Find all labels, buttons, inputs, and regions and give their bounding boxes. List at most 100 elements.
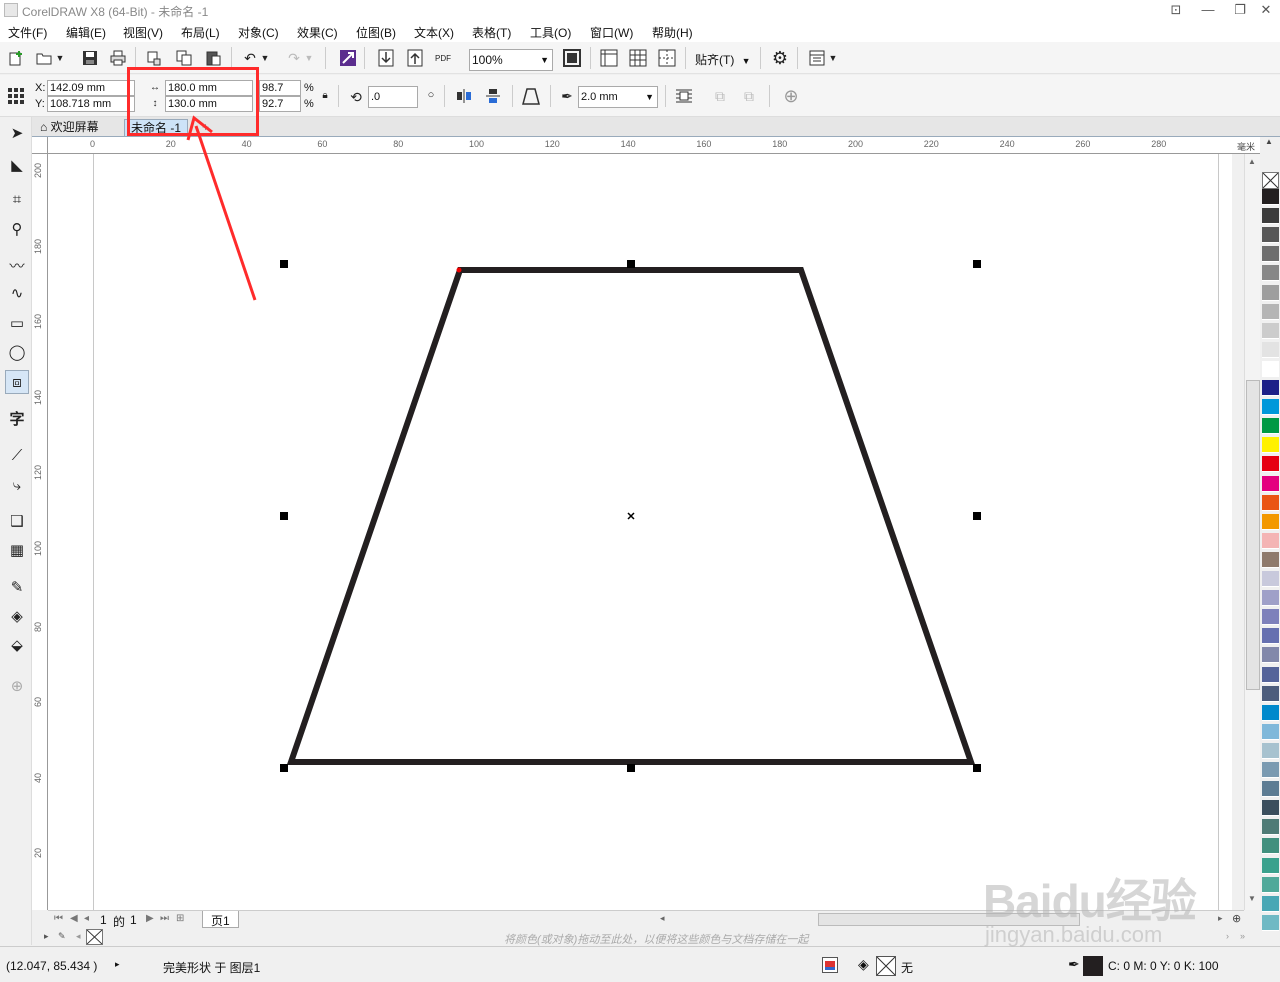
doc-palette-scroll-right-icon[interactable]: › [1226, 931, 1229, 941]
palette-swatch[interactable] [1262, 685, 1279, 702]
vertical-scrollbar[interactable]: ▲ ▼ [1244, 154, 1260, 910]
page-tab-1[interactable]: 页1 [202, 911, 239, 928]
mirror-vertical-icon[interactable] [482, 85, 504, 107]
redo-dropdown-icon[interactable]: ▼ [303, 47, 315, 69]
handle-bottom-left[interactable] [280, 764, 288, 772]
options-gear-icon[interactable]: ⚙ [769, 47, 791, 69]
object-origin-icon[interactable] [5, 85, 27, 107]
export-icon[interactable] [404, 47, 426, 69]
import-icon[interactable] [375, 47, 397, 69]
palette-scroll-up-icon[interactable]: ▲ [1265, 137, 1273, 146]
launcher-dropdown-icon[interactable]: ▼ [827, 47, 839, 69]
menu-object[interactable]: 对象(C) [238, 24, 279, 41]
status-expand-icon[interactable]: ▸ [115, 959, 120, 970]
handle-top-left[interactable] [280, 260, 288, 268]
menu-table[interactable]: 表格(T) [472, 24, 511, 41]
handle-bottom-right[interactable] [973, 764, 981, 772]
palette-swatch[interactable] [1262, 628, 1279, 645]
palette-swatch[interactable] [1262, 303, 1279, 320]
menu-bitmaps[interactable]: 位图(B) [356, 24, 396, 41]
doc-palette-eyedropper-icon[interactable]: ✎ [58, 931, 66, 942]
menu-layout[interactable]: 布局(L) [181, 24, 220, 41]
transparency-icon[interactable]: ▦ [5, 538, 29, 562]
palette-swatch[interactable] [1262, 800, 1279, 817]
lock-ratio-icon[interactable]: 🔒︎ [318, 86, 332, 104]
hscroll-right-icon[interactable]: ▸ [1218, 913, 1223, 924]
handle-middle-left[interactable] [280, 512, 288, 520]
text-tool-icon[interactable]: 字 [5, 406, 29, 430]
vertical-scroll-thumb[interactable] [1246, 380, 1260, 690]
drop-shadow-icon[interactable]: ❑ [5, 509, 29, 533]
zoom-navigator-icon[interactable]: ⊕ [1232, 912, 1241, 925]
palette-swatch[interactable] [1262, 284, 1279, 301]
palette-swatch[interactable] [1262, 456, 1279, 473]
scale-x-field[interactable]: 98.7 [259, 80, 301, 96]
save-icon[interactable] [79, 47, 101, 69]
palette-swatch[interactable] [1262, 590, 1279, 607]
handle-bottom-middle[interactable] [627, 764, 635, 772]
smart-fill-icon[interactable]: ⬙ [5, 633, 29, 657]
undo-dropdown-icon[interactable]: ▼ [259, 47, 271, 69]
hscroll-left-icon[interactable]: ◂ [660, 913, 665, 924]
palette-swatch[interactable] [1262, 265, 1279, 282]
palette-swatch[interactable] [1262, 475, 1279, 492]
doc-palette-menu-icon[interactable]: ▸ [44, 931, 49, 942]
next-page-icon[interactable]: ▶ [146, 913, 154, 924]
crop-tool-icon[interactable]: ⌗ [5, 187, 29, 211]
palette-swatch[interactable] [1262, 513, 1279, 530]
handle-middle-right[interactable] [973, 512, 981, 520]
y-position-field[interactable]: 108.718 mm [47, 96, 135, 112]
prev-page-icon[interactable]: ◀ [70, 913, 78, 924]
palette-swatch[interactable] [1262, 647, 1279, 664]
menu-window[interactable]: 窗口(W) [590, 24, 633, 41]
rotation-angle-field[interactable]: .0 [368, 86, 418, 108]
close-button[interactable]: ✕ [1258, 2, 1274, 18]
doc-palette-expand-icon[interactable]: » [1240, 931, 1245, 941]
palette-swatch[interactable] [1262, 551, 1279, 568]
palette-swatch[interactable] [1262, 857, 1279, 874]
show-guidelines-icon[interactable] [656, 47, 678, 69]
menu-effects[interactable]: 效果(C) [297, 24, 338, 41]
palette-swatch[interactable] [1262, 418, 1279, 435]
x-position-field[interactable]: 142.09 mm [47, 80, 135, 96]
vertical-ruler[interactable]: 200 180 160 140 120 100 80 60 40 20 [32, 154, 48, 910]
palette-swatch[interactable] [1262, 246, 1279, 263]
palette-swatch[interactable] [1262, 609, 1279, 626]
outline-color-swatch[interactable] [1083, 956, 1103, 976]
zoom-dropdown-icon[interactable]: ▼ [540, 50, 549, 70]
scale-y-field[interactable]: 92.7 [259, 96, 301, 112]
ellipse-tool-icon[interactable]: ◯ [5, 340, 29, 364]
full-screen-preview-icon[interactable] [561, 47, 583, 69]
shape-preset-icon[interactable] [520, 85, 542, 107]
menu-file[interactable]: 文件(F) [8, 24, 47, 41]
new-document-icon[interactable] [5, 47, 27, 69]
no-color-swatch[interactable] [1262, 172, 1279, 189]
palette-swatch[interactable] [1262, 380, 1279, 396]
handle-top-right[interactable] [973, 260, 981, 268]
open-recent-dropdown-icon[interactable]: ▼ [54, 47, 66, 69]
shape-tool-icon[interactable]: ◣ [5, 153, 29, 177]
interactive-fill-icon[interactable]: ◈ [5, 604, 29, 628]
palette-swatch[interactable] [1262, 399, 1279, 416]
minimize-button[interactable]: — [1200, 2, 1216, 18]
add-page-icon[interactable]: ⊞ [176, 913, 184, 924]
undo-icon[interactable]: ↶ [239, 47, 261, 69]
copy-icon[interactable] [173, 47, 195, 69]
palette-swatch[interactable] [1262, 208, 1279, 225]
palette-swatch[interactable] [1262, 494, 1279, 511]
palette-swatch[interactable] [1262, 762, 1279, 778]
palette-swatch[interactable] [1262, 838, 1279, 855]
prev-page-2-icon[interactable]: ◂ [84, 913, 89, 924]
palette-swatch[interactable] [1262, 704, 1279, 721]
tab-welcome-screen[interactable]: ⌂ 欢迎屏幕 [34, 119, 105, 137]
show-rulers-icon[interactable] [598, 47, 620, 69]
scroll-up-icon[interactable]: ▲ [1248, 157, 1256, 166]
paste-icon[interactable] [202, 47, 224, 69]
mirror-horizontal-icon[interactable] [453, 85, 475, 107]
user-icon[interactable]: ⊡ [1168, 2, 1184, 18]
restore-button[interactable]: ❐ [1232, 2, 1248, 18]
color-proof-icon[interactable] [822, 957, 838, 973]
horizontal-scroll-thumb[interactable] [818, 913, 1080, 926]
palette-swatch[interactable] [1262, 895, 1279, 912]
application-launcher-icon[interactable] [806, 47, 828, 69]
